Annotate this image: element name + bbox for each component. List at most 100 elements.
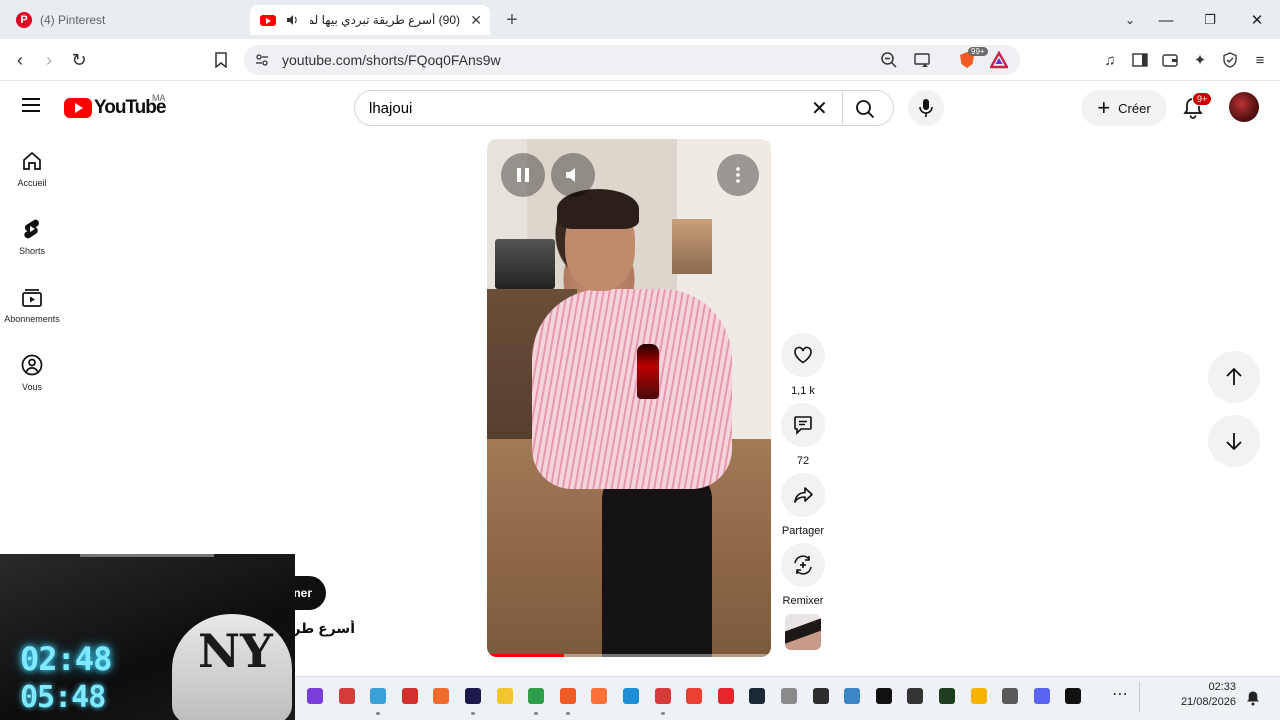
taskbar-steam-icon[interactable] [749,688,765,704]
taskbar-tiktok-icon[interactable] [1065,688,1081,704]
account-avatar[interactable] [1229,92,1259,122]
create-button[interactable]: + Créer [1081,90,1167,126]
close-window-button[interactable]: ✕ [1237,6,1277,34]
tab-title: (4) Pinterest [40,13,106,27]
taskbar-app-2-icon[interactable] [339,688,355,704]
taskbar-firefox-icon[interactable] [591,688,607,704]
system-clock[interactable]: 02:33 21/08/2026 [1160,680,1236,710]
create-label: Créer [1118,100,1151,116]
taskbar-folder-icon[interactable] [497,688,513,704]
new-tab-button[interactable]: + [492,6,532,34]
taskbar-chrome-2-icon[interactable] [686,688,702,704]
notification-center-icon[interactable] [1245,690,1261,711]
clear-search-icon[interactable]: ✕ [811,96,828,121]
share-button[interactable] [781,473,825,517]
tab-youtube[interactable]: (90) أسرع طريقة تبردي بيها لمو ✕ [250,5,490,35]
sidebar-icon[interactable] [1129,49,1151,71]
search-box: ✕ [354,90,894,126]
taskbar-terminal-icon[interactable] [813,688,829,704]
volume-button[interactable] [551,153,595,197]
close-tab-icon[interactable]: ✕ [470,12,482,29]
taskbar-app-l-icon[interactable] [402,688,418,704]
youtube-logo[interactable]: YouTube MA [64,93,166,119]
comment-button[interactable] [781,403,825,447]
taskbar-brave-icon[interactable] [560,688,576,704]
youtube-logo-icon [64,98,92,118]
video-frame-shelf [672,219,712,274]
tab-search-icon[interactable]: ⌄ [1110,6,1150,34]
more-options-button[interactable] [717,154,759,196]
comment-action[interactable]: 72 [781,403,825,467]
share-action[interactable]: Partager [781,473,825,537]
taskbar-app-window-icon[interactable] [844,688,860,704]
taskbar-calculator-icon[interactable] [1002,688,1018,704]
speaker-icon[interactable] [284,12,300,28]
system-time: 02:33 [1208,681,1236,693]
guide-label: Abonnements [4,314,60,324]
menu-icon[interactable]: ≡ [1249,49,1271,71]
voice-search-button[interactable] [908,90,944,126]
restore-button[interactable]: ❐ [1190,6,1230,34]
pause-icon [517,168,529,182]
guide-item-you[interactable]: Vous [0,354,64,392]
taskbar-app-gray-icon[interactable] [781,688,797,704]
reload-button[interactable]: ↻ [66,47,92,73]
heart-icon [794,346,812,364]
guide-item-shorts[interactable]: Shorts [0,218,64,256]
taskbar-app-n-icon[interactable] [939,688,955,704]
search-input[interactable] [369,97,809,119]
tab-pinterest[interactable]: P (4) Pinterest [6,5,244,35]
taskbar-discord-icon[interactable] [1034,688,1050,704]
taskbar-rockstar-icon[interactable] [971,688,987,704]
taskbar-capcut-icon[interactable] [876,688,892,704]
search-button[interactable] [849,97,881,121]
plus-icon: + [1097,95,1111,120]
short-video-player[interactable] [487,139,771,657]
cast-icon[interactable] [914,51,932,74]
taskbar-vivaldi-icon[interactable] [655,688,671,704]
leo-ai-icon[interactable]: ✦ [1189,49,1211,71]
guide-item-subscriptions[interactable]: Abonnements [0,286,64,324]
taskbar-app-orange-icon[interactable] [433,688,449,704]
previous-short-button[interactable] [1208,351,1260,403]
pause-button[interactable] [501,153,545,197]
like-button[interactable] [781,333,825,377]
channel-thumbnail[interactable] [785,614,821,650]
video-progress-bar[interactable] [487,654,771,657]
system-date: 21/08/2026 [1180,696,1236,708]
taskbar-notepad-icon[interactable] [370,688,386,704]
bookmark-icon[interactable] [208,47,234,73]
taskbar-premiere-icon[interactable] [465,688,481,704]
youtube-favicon-icon [260,12,276,28]
notifications-button[interactable]: 9+ [1178,92,1213,123]
remix-button[interactable] [781,543,825,587]
guide-label: Accueil [17,178,47,188]
video-progress-fill [487,654,564,657]
comment-count: 72 [796,455,810,467]
taskbar-opera-icon[interactable] [718,688,734,704]
guide-item-home[interactable]: Accueil [0,150,64,188]
taskbar-app-1-icon[interactable] [307,688,323,704]
overflow-icon[interactable]: ⋯ [1112,684,1128,704]
taskbar-edge-icon[interactable] [623,688,639,704]
video-frame-machine [495,239,555,289]
zoom-icon[interactable] [880,51,898,74]
browser-toolbar: ‹ › ↻ youtube.com/shorts/FQoq0FAns9w 99+… [0,39,1280,81]
remix-action[interactable]: Remixer [781,543,825,607]
address-bar[interactable]: youtube.com/shorts/FQoq0FAns9w 99+ [244,45,1020,75]
taskbar-chrome-icon[interactable] [528,688,544,704]
taskbar-app-box-icon[interactable] [907,688,923,704]
music-icon[interactable]: ♫ [1099,49,1121,71]
brave-rewards-icon[interactable] [988,50,1010,74]
forward-button[interactable]: › [36,47,62,73]
wallet-icon[interactable] [1159,49,1181,71]
guide-menu-icon[interactable] [22,97,42,118]
taskbar-running-indicator [661,712,665,715]
like-action[interactable]: 1,1 k [781,333,825,397]
site-settings-icon[interactable] [254,52,270,73]
remix-icon [794,555,812,575]
vpn-icon[interactable] [1219,49,1241,71]
back-button[interactable]: ‹ [7,47,33,73]
next-short-button[interactable] [1208,415,1260,467]
minimize-button[interactable]: — [1146,6,1186,34]
